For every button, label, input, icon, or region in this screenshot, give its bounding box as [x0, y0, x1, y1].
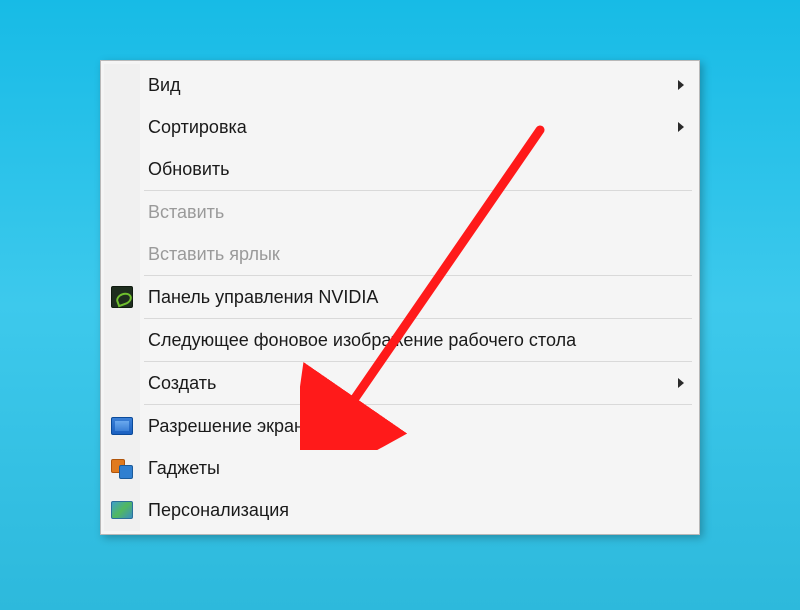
menu-item-paste: Вставить — [104, 191, 696, 233]
menu-item-paste-short: Вставить ярлык — [104, 233, 696, 275]
menu-item-view[interactable]: Вид — [104, 64, 696, 106]
desktop-context-menu: Вид Сортировка Обновить Вставить Вставить яр… — [100, 60, 700, 535]
personalize-icon — [111, 499, 133, 521]
menu-item-next-bg[interactable]: Следующее фоновое изображение рабочего с… — [104, 319, 696, 361]
menu-item-new[interactable]: Создать — [104, 362, 696, 404]
menu-item-refresh[interactable]: Обновить — [104, 148, 696, 190]
menu-item-label: Вставить — [148, 202, 668, 223]
menu-item-resolution[interactable]: Разрешение экрана — [104, 405, 696, 447]
menu-item-personalize[interactable]: Персонализация — [104, 489, 696, 531]
menu-item-label: Вид — [148, 75, 668, 96]
menu-item-label: Гаджеты — [148, 458, 668, 479]
chevron-right-icon — [678, 378, 684, 388]
menu-item-label: Панель управления NVIDIA — [148, 287, 668, 308]
menu-item-label: Обновить — [148, 159, 668, 180]
menu-item-sort[interactable]: Сортировка — [104, 106, 696, 148]
menu-item-label: Вставить ярлык — [148, 244, 668, 265]
menu-item-label: Создать — [148, 373, 668, 394]
chevron-right-icon — [678, 80, 684, 90]
menu-item-gadgets[interactable]: Гаджеты — [104, 447, 696, 489]
chevron-right-icon — [678, 122, 684, 132]
menu-item-label: Сортировка — [148, 117, 668, 138]
resolution-icon — [111, 415, 133, 437]
menu-item-label: Персонализация — [148, 500, 668, 521]
menu-item-label: Разрешение экрана — [148, 416, 668, 437]
nvidia-icon — [111, 286, 133, 308]
gadgets-icon — [111, 457, 133, 479]
menu-item-label: Следующее фоновое изображение рабочего с… — [148, 330, 668, 351]
menu-item-nvidia[interactable]: Панель управления NVIDIA — [104, 276, 696, 318]
